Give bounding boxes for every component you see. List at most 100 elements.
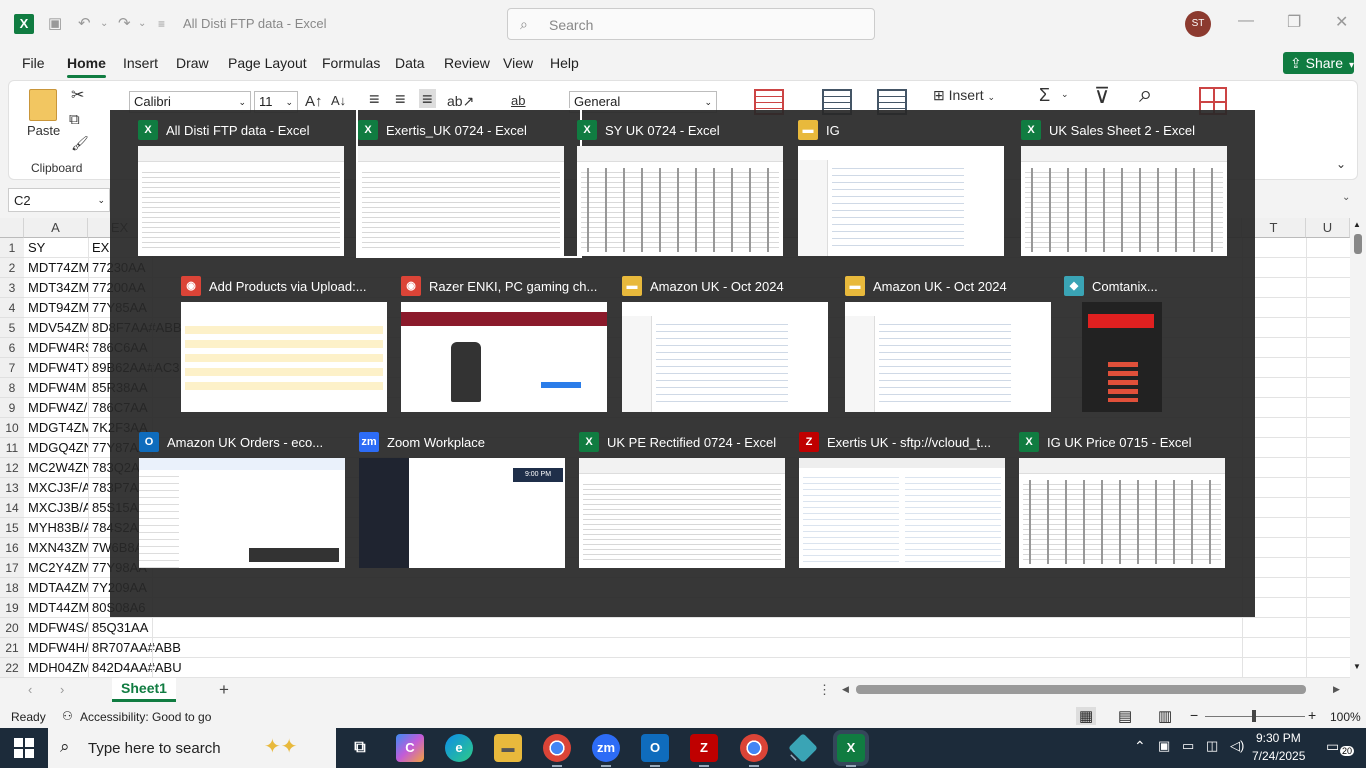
outlook-icon[interactable]: O [641,734,669,767]
close-icon[interactable]: ✕ [1335,12,1348,32]
copy-icon[interactable]: ⧉ [69,111,80,128]
tab-home[interactable]: Home [67,55,106,78]
zoom-out-icon[interactable]: − [1190,707,1198,723]
edge-icon[interactable]: e [445,734,473,762]
cell-a[interactable]: MDFW4RS [28,338,88,358]
chrome-profile-icon[interactable] [740,734,768,767]
switcher-window[interactable]: X All Disti FTP data - Excel [138,110,360,256]
share-button[interactable]: ⇪ Share ▾ [1283,52,1354,74]
camera-icon[interactable]: ▣ [1158,738,1170,754]
column-header-u[interactable]: U [1306,218,1350,238]
switcher-window[interactable]: ▬ IG [798,110,1020,256]
row-header[interactable]: 1 [0,238,24,258]
next-sheet-icon[interactable]: › [60,682,64,697]
switcher-window[interactable]: ▬ Amazon UK - Oct 2024 [845,266,1067,412]
insert-cells-button[interactable]: ⊞ Insert ⌄ [933,87,995,104]
minimize-icon[interactable]: — [1238,12,1254,30]
row-header[interactable]: 17 [0,558,24,578]
vertical-scroll-thumb[interactable] [1354,234,1362,254]
switcher-window[interactable]: X UK Sales Sheet 2 - Excel [1021,110,1243,256]
cell-a[interactable]: MXCJ3F/A [28,478,88,498]
cut-icon[interactable]: ✂ [71,85,84,105]
file-explorer-icon[interactable]: ▬ [494,734,522,762]
row-header[interactable]: 18 [0,578,24,598]
orientation-icon[interactable]: ab↗ [447,93,474,110]
copilot-icon[interactable]: C [396,734,424,762]
column-header-a[interactable]: A [24,218,88,238]
more-options-icon[interactable]: ⋮ [818,682,831,698]
cell-a[interactable]: MDGT4ZM [28,418,88,438]
volume-icon[interactable]: ◁) [1230,738,1244,754]
cell-a[interactable]: MC2W4ZN [28,458,88,478]
redo-icon[interactable]: ↷ [118,14,131,32]
cell-a[interactable]: MDT94ZM [28,298,88,318]
row-header[interactable]: 10 [0,418,24,438]
row-header[interactable]: 5 [0,318,24,338]
scroll-down-icon[interactable]: ▼ [1353,662,1361,671]
cell-a[interactable]: MDT44ZM [28,598,88,618]
cell-a[interactable]: MDFW4M [28,378,88,398]
restore-icon[interactable]: ❐ [1287,12,1301,32]
row-header[interactable]: 15 [0,518,24,538]
tab-help[interactable]: Help [550,55,579,71]
row-header[interactable]: 13 [0,478,24,498]
cell-a[interactable]: MDFW4S/ [28,618,88,638]
switcher-window[interactable]: X SY UK 0724 - Excel [577,110,799,256]
redo-dropdown-icon[interactable]: ⌄ [138,18,146,29]
cell-a[interactable]: MDFW4Z/ [28,398,88,418]
normal-view-icon[interactable]: ▦ [1076,707,1097,725]
switcher-window[interactable]: X Exertis_UK 0724 - Excel [356,108,582,258]
switcher-window[interactable]: X UK PE Rectified 0724 - Excel [579,422,801,568]
battery-icon[interactable]: ▭ [1182,738,1194,754]
notifications-icon[interactable]: ▭ [1326,738,1339,755]
tab-data[interactable]: Data [395,55,425,71]
tab-file[interactable]: File [22,55,45,71]
collapse-ribbon-icon[interactable]: ⌄ [1336,157,1346,171]
clock-date[interactable]: 7/24/2025 [1252,749,1305,763]
zoom-slider-thumb[interactable] [1252,710,1256,722]
switcher-window[interactable]: Z Exertis UK - sftp://vcloud_t... [799,422,1021,568]
zoom-level[interactable]: 100% [1330,710,1361,724]
cell-a[interactable]: MXN43ZM [28,538,88,558]
expand-formula-bar-icon[interactable]: ⌄ [1342,192,1350,203]
tab-draw[interactable]: Draw [176,55,209,71]
row-header[interactable]: 14 [0,498,24,518]
paste-button[interactable]: Paste [27,123,60,138]
cell-b[interactable]: 8R707AA#ABB [92,638,192,658]
tab-review[interactable]: Review [444,55,490,71]
switcher-window[interactable]: X IG UK Price 0715 - Excel [1019,422,1241,568]
vertical-scrollbar[interactable]: ▲ ▼ [1350,218,1366,678]
task-view-icon[interactable]: ⧉ [346,734,374,762]
wrap-text-icon[interactable]: ab [511,93,525,108]
switcher-window[interactable]: ◉ Razer ENKI, PC gaming ch... [401,266,623,412]
undo-dropdown-icon[interactable]: ⌄ [100,18,108,29]
page-break-view-icon[interactable]: ▥ [1158,707,1172,725]
sheet-tab-sheet1[interactable]: Sheet1 [112,678,176,702]
cell-a[interactable]: MDTA4ZM [28,578,88,598]
undo-icon[interactable]: ↶ [78,14,91,32]
row-header[interactable]: 20 [0,618,24,638]
row-header[interactable]: 12 [0,458,24,478]
align-top-icon[interactable]: ≡ [369,89,380,110]
select-all-corner[interactable] [0,218,24,238]
add-sheet-icon[interactable]: + [219,680,229,700]
save-icon[interactable]: ▣ [48,14,62,32]
row-header[interactable]: 4 [0,298,24,318]
row-header[interactable]: 6 [0,338,24,358]
taskbar-search[interactable]: ⌕ Type here to search ✦✦ [48,728,336,768]
cell-b[interactable]: 85Q31AA [92,618,192,638]
scroll-up-icon[interactable]: ▲ [1353,220,1361,229]
autosum-icon[interactable]: Σ [1039,85,1050,106]
switcher-window[interactable]: ◉ Add Products via Upload:... [181,266,403,412]
cell-a[interactable]: MDFW4H/ [28,638,88,658]
cell-a[interactable]: MDT34ZM [28,278,88,298]
tab-formulas[interactable]: Formulas [322,55,380,71]
chrome-icon[interactable] [543,734,571,767]
comtanix-icon[interactable] [788,733,818,763]
excel-taskbar-icon[interactable]: X [837,734,865,767]
zoom-icon[interactable]: zm [592,734,620,767]
tab-page-layout[interactable]: Page Layout [228,55,307,71]
row-header[interactable]: 7 [0,358,24,378]
clock-time[interactable]: 9:30 PM [1256,731,1301,745]
filezilla-icon[interactable]: Z [690,734,718,767]
